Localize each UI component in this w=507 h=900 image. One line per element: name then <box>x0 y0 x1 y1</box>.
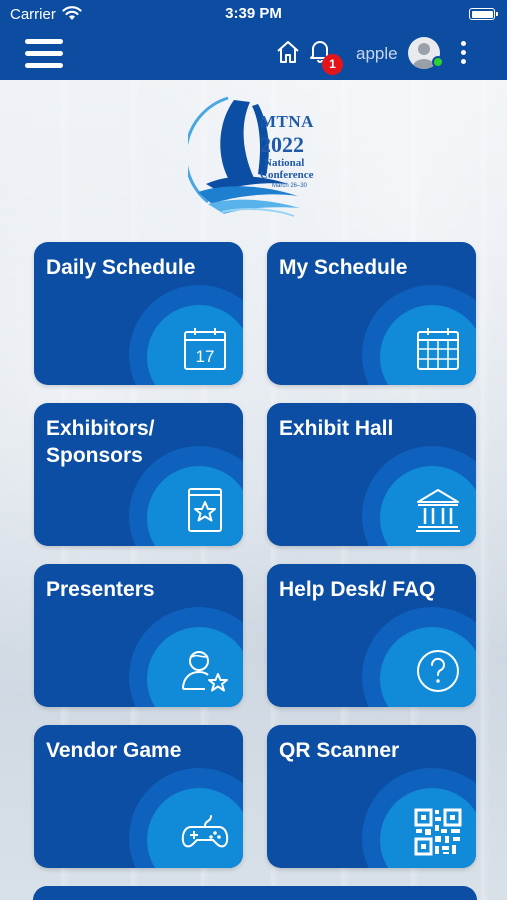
logo-year: 2022 <box>260 132 304 157</box>
calendar-grid-icon <box>417 328 459 370</box>
tile-label: My Schedule <box>279 256 408 279</box>
logo-subtitle: Conference <box>260 169 314 181</box>
star-book-icon <box>188 488 222 532</box>
partial-tile[interactable] <box>33 886 477 900</box>
home-icon[interactable] <box>276 40 300 64</box>
daily-schedule-tile[interactable]: Daily Schedule 17 <box>34 242 243 385</box>
more-options-icon[interactable] <box>457 39 471 67</box>
tile-label: Help Desk/ FAQ <box>279 578 436 601</box>
question-icon <box>417 650 459 692</box>
hamburger-menu-icon[interactable] <box>25 37 63 71</box>
status-time: 3:39 PM <box>225 5 282 22</box>
battery-icon <box>469 8 498 20</box>
help-desk-faq-tile[interactable]: Help Desk/ FAQ <box>267 564 476 707</box>
dashboard: MTNA 2022 National Conference March 26–3… <box>0 80 507 900</box>
qr-code-icon <box>414 808 462 856</box>
app-bar: 1 apple <box>0 30 507 80</box>
tile-label: Presenters <box>46 578 155 601</box>
tile-label: Exhibitors/ Sponsors <box>46 417 155 467</box>
status-bar: Carrier 3:39 PM <box>0 0 507 30</box>
tile-label: Exhibit Hall <box>279 417 394 440</box>
my-schedule-tile[interactable]: My Schedule <box>267 242 476 385</box>
logo-title: MTNA <box>260 112 314 131</box>
svg-text:17: 17 <box>196 347 215 366</box>
tile-label: Vendor Game <box>46 739 182 762</box>
tile-label: Daily Schedule <box>46 256 196 279</box>
logo-dates: March 26–30 <box>272 183 308 189</box>
username-label[interactable]: apple <box>356 44 398 64</box>
notification-badge: 1 <box>322 54 343 75</box>
tile-label: QR Scanner <box>279 739 400 762</box>
person-star-icon <box>182 651 228 692</box>
online-status-dot <box>432 56 444 68</box>
presenters-tile[interactable]: Presenters <box>34 564 243 707</box>
gamepad-icon <box>181 815 229 848</box>
conference-logo: MTNA 2022 National Conference March 26–3… <box>188 92 320 218</box>
vendor-game-tile[interactable]: Vendor Game <box>34 725 243 868</box>
exhibit-hall-tile[interactable]: Exhibit Hall <box>267 403 476 546</box>
building-icon <box>416 489 460 532</box>
qr-scanner-tile[interactable]: QR Scanner <box>267 725 476 868</box>
calendar-icon: 17 <box>184 328 226 370</box>
logo-subtitle: National <box>264 157 305 169</box>
exhibitors-sponsors-tile[interactable]: Exhibitors/ Sponsors <box>34 403 243 546</box>
